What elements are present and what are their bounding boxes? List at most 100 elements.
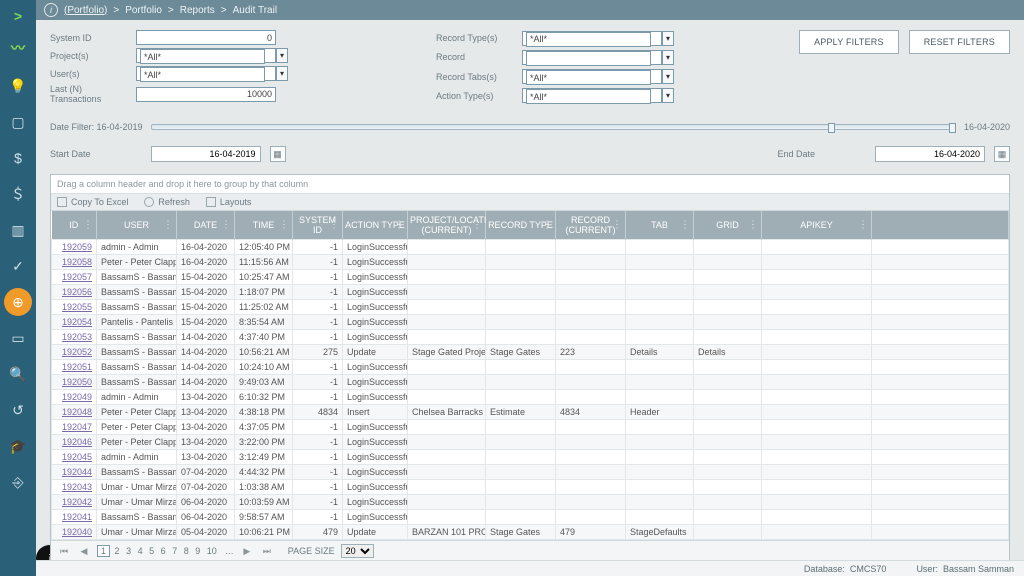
dollar-icon[interactable]: $ <box>4 144 32 172</box>
column-menu-icon[interactable]: ⋮ <box>329 220 339 231</box>
building-icon[interactable]: ▥ <box>4 216 32 244</box>
apply-filters-button[interactable]: APPLY FILTERS <box>799 30 899 54</box>
table-row[interactable]: 192053BassamS - Bassam Sa14-04-20204:37:… <box>52 330 1009 345</box>
date-slider-track[interactable] <box>151 124 956 130</box>
column-menu-icon[interactable]: ⋮ <box>542 220 552 231</box>
column-header[interactable]: GRID⋮ <box>694 211 762 240</box>
column-header[interactable]: DATE⋮ <box>177 211 235 240</box>
column-header[interactable]: RECORD TYPE⋮ <box>486 211 556 240</box>
chevron-down-icon[interactable]: ▾ <box>662 50 674 65</box>
pager-page[interactable]: 7 <box>170 546 179 556</box>
record-tabs-value[interactable] <box>526 70 651 85</box>
column-header[interactable]: ID⋮ <box>52 211 97 240</box>
pager-page[interactable]: 3 <box>124 546 133 556</box>
table-row[interactable]: 192055BassamS - Bassam Sa15-04-202011:25… <box>52 300 1009 315</box>
start-date-input[interactable] <box>151 146 261 162</box>
pager-page[interactable]: 2 <box>113 546 122 556</box>
table-row[interactable]: 192057BassamS - Bassam Sa15-04-202010:25… <box>52 270 1009 285</box>
chevron-down-icon[interactable]: ▾ <box>662 88 674 103</box>
pager-page[interactable]: 9 <box>193 546 202 556</box>
column-header[interactable]: PROJECT/LOCATION (CURRENT)⋮ <box>408 211 486 240</box>
table-row[interactable]: 192051BassamS - Bassam Sa14-04-202010:24… <box>52 360 1009 375</box>
table-row[interactable]: 192052BassamS - Bassam Sa14-04-202010:56… <box>52 345 1009 360</box>
table-row[interactable]: 192054Pantelis - Pantelis Oik15-04-20208… <box>52 315 1009 330</box>
column-header[interactable]: TAB⋮ <box>626 211 694 240</box>
copy-to-excel-button[interactable]: Copy To Excel <box>57 197 128 207</box>
date-slider-handle-right[interactable] <box>949 123 956 133</box>
record-select[interactable]: ▾ <box>522 50 662 65</box>
column-menu-icon[interactable]: ⋮ <box>858 220 868 231</box>
breadcrumb-info-icon[interactable]: i <box>44 3 58 17</box>
table-row[interactable]: 192043Umar - Umar Mirza07-04-20201:03:38… <box>52 480 1009 495</box>
pager-next-icon[interactable]: ▶ <box>240 544 254 558</box>
column-menu-icon[interactable]: ⋮ <box>221 220 231 231</box>
chevron-down-icon[interactable]: ▾ <box>276 48 288 63</box>
record-value[interactable] <box>526 51 651 66</box>
briefcase-icon[interactable]: ▭ <box>4 324 32 352</box>
table-row[interactable]: 192046Peter - Peter Clapp13-04-20203:22:… <box>52 435 1009 450</box>
chevron-down-icon[interactable]: ▾ <box>662 31 674 46</box>
pager-page[interactable]: 10 <box>205 546 219 556</box>
projects-value[interactable] <box>140 49 265 64</box>
table-row[interactable]: 192056BassamS - Bassam Sa15-04-20201:18:… <box>52 285 1009 300</box>
column-menu-icon[interactable]: ⋮ <box>680 220 690 231</box>
table-row[interactable]: 192059admin - Admin16-04-202012:05:40 PM… <box>52 240 1009 255</box>
table-row[interactable]: 192041BassamS - Bassam Sa06-04-20209:58:… <box>52 510 1009 525</box>
refresh-button[interactable]: Refresh <box>144 197 190 207</box>
pagesize-select[interactable]: 20 <box>341 544 374 558</box>
users-select[interactable]: ▾ <box>136 66 276 81</box>
column-menu-icon[interactable]: ⋮ <box>163 220 173 231</box>
pager-page[interactable]: 5 <box>147 546 156 556</box>
pager-page[interactable]: 6 <box>159 546 168 556</box>
table-row[interactable]: 192048Peter - Peter Clapp13-04-20204:38:… <box>52 405 1009 420</box>
column-header[interactable]: APIKEY⋮ <box>762 211 872 240</box>
column-header[interactable]: RECORD (CURRENT)⋮ <box>556 211 626 240</box>
record-tabs-select[interactable]: ▾ <box>522 69 662 84</box>
column-menu-icon[interactable]: ⋮ <box>612 220 622 231</box>
calendar-icon[interactable]: ▦ <box>270 146 286 162</box>
pager-page[interactable]: 4 <box>136 546 145 556</box>
column-menu-icon[interactable]: ⋮ <box>472 220 482 231</box>
projects-select[interactable]: ▾ <box>136 48 276 63</box>
action-types-value[interactable] <box>526 89 651 104</box>
calendar-icon[interactable]: ▦ <box>994 146 1010 162</box>
search-icon[interactable]: 🔍 <box>4 360 32 388</box>
breadcrumb-p1[interactable]: Portfolio <box>125 5 162 16</box>
lastn-input[interactable] <box>136 87 276 102</box>
logout-icon[interactable]: ⎆ <box>4 468 32 496</box>
clipboard-icon[interactable]: ▢ <box>4 108 32 136</box>
check-icon[interactable]: ✓ <box>4 252 32 280</box>
end-date-input[interactable] <box>875 146 985 162</box>
users-value[interactable] <box>140 67 265 82</box>
globe-icon[interactable]: ⊕ <box>4 288 32 316</box>
table-row[interactable]: 192058Peter - Peter Clapp16-04-202011:15… <box>52 255 1009 270</box>
column-menu-icon[interactable]: ⋮ <box>279 220 289 231</box>
column-header[interactable]: ACTION TYPE⋮ <box>343 211 408 240</box>
layouts-button[interactable]: Layouts <box>206 197 252 207</box>
column-header[interactable]: TIME⋮ <box>235 211 293 240</box>
chevron-down-icon[interactable]: ▾ <box>662 69 674 84</box>
column-menu-icon[interactable]: ⋮ <box>748 220 758 231</box>
column-header[interactable]: SYSTEM ID⋮ <box>293 211 343 240</box>
table-row[interactable]: 192040Umar - Umar Mirza05-04-202010:06:2… <box>52 525 1009 540</box>
pager-page[interactable]: 1 <box>97 545 110 557</box>
pager-last-icon[interactable]: ⏭ <box>260 544 274 558</box>
table-row[interactable]: 192049admin - Admin13-04-20206:10:32 PM-… <box>52 390 1009 405</box>
table-row[interactable]: 192047Peter - Peter Clapp13-04-20204:37:… <box>52 420 1009 435</box>
lightbulb-icon[interactable]: 💡 <box>4 72 32 100</box>
column-header[interactable]: USER⋮ <box>97 211 177 240</box>
pager-first-icon[interactable]: ⏮ <box>57 544 71 558</box>
finance-icon[interactable]: ＄ <box>4 180 32 208</box>
table-row[interactable]: 192044BassamS - Bassam Sa07-04-20204:44:… <box>52 465 1009 480</box>
column-menu-icon[interactable]: ⋮ <box>83 220 93 231</box>
system-id-input[interactable] <box>136 30 276 45</box>
pager-page[interactable]: 8 <box>182 546 191 556</box>
column-menu-icon[interactable]: ⋮ <box>394 220 404 231</box>
chevron-down-icon[interactable]: ▾ <box>276 66 288 81</box>
record-types-select[interactable]: ▾ <box>522 31 662 46</box>
table-row[interactable]: 192045admin - Admin13-04-20203:12:49 PM-… <box>52 450 1009 465</box>
record-types-value[interactable] <box>526 32 651 47</box>
reset-filters-button[interactable]: RESET FILTERS <box>909 30 1010 54</box>
history-icon[interactable]: ↺ <box>4 396 32 424</box>
education-icon[interactable]: 🎓 <box>4 432 32 460</box>
